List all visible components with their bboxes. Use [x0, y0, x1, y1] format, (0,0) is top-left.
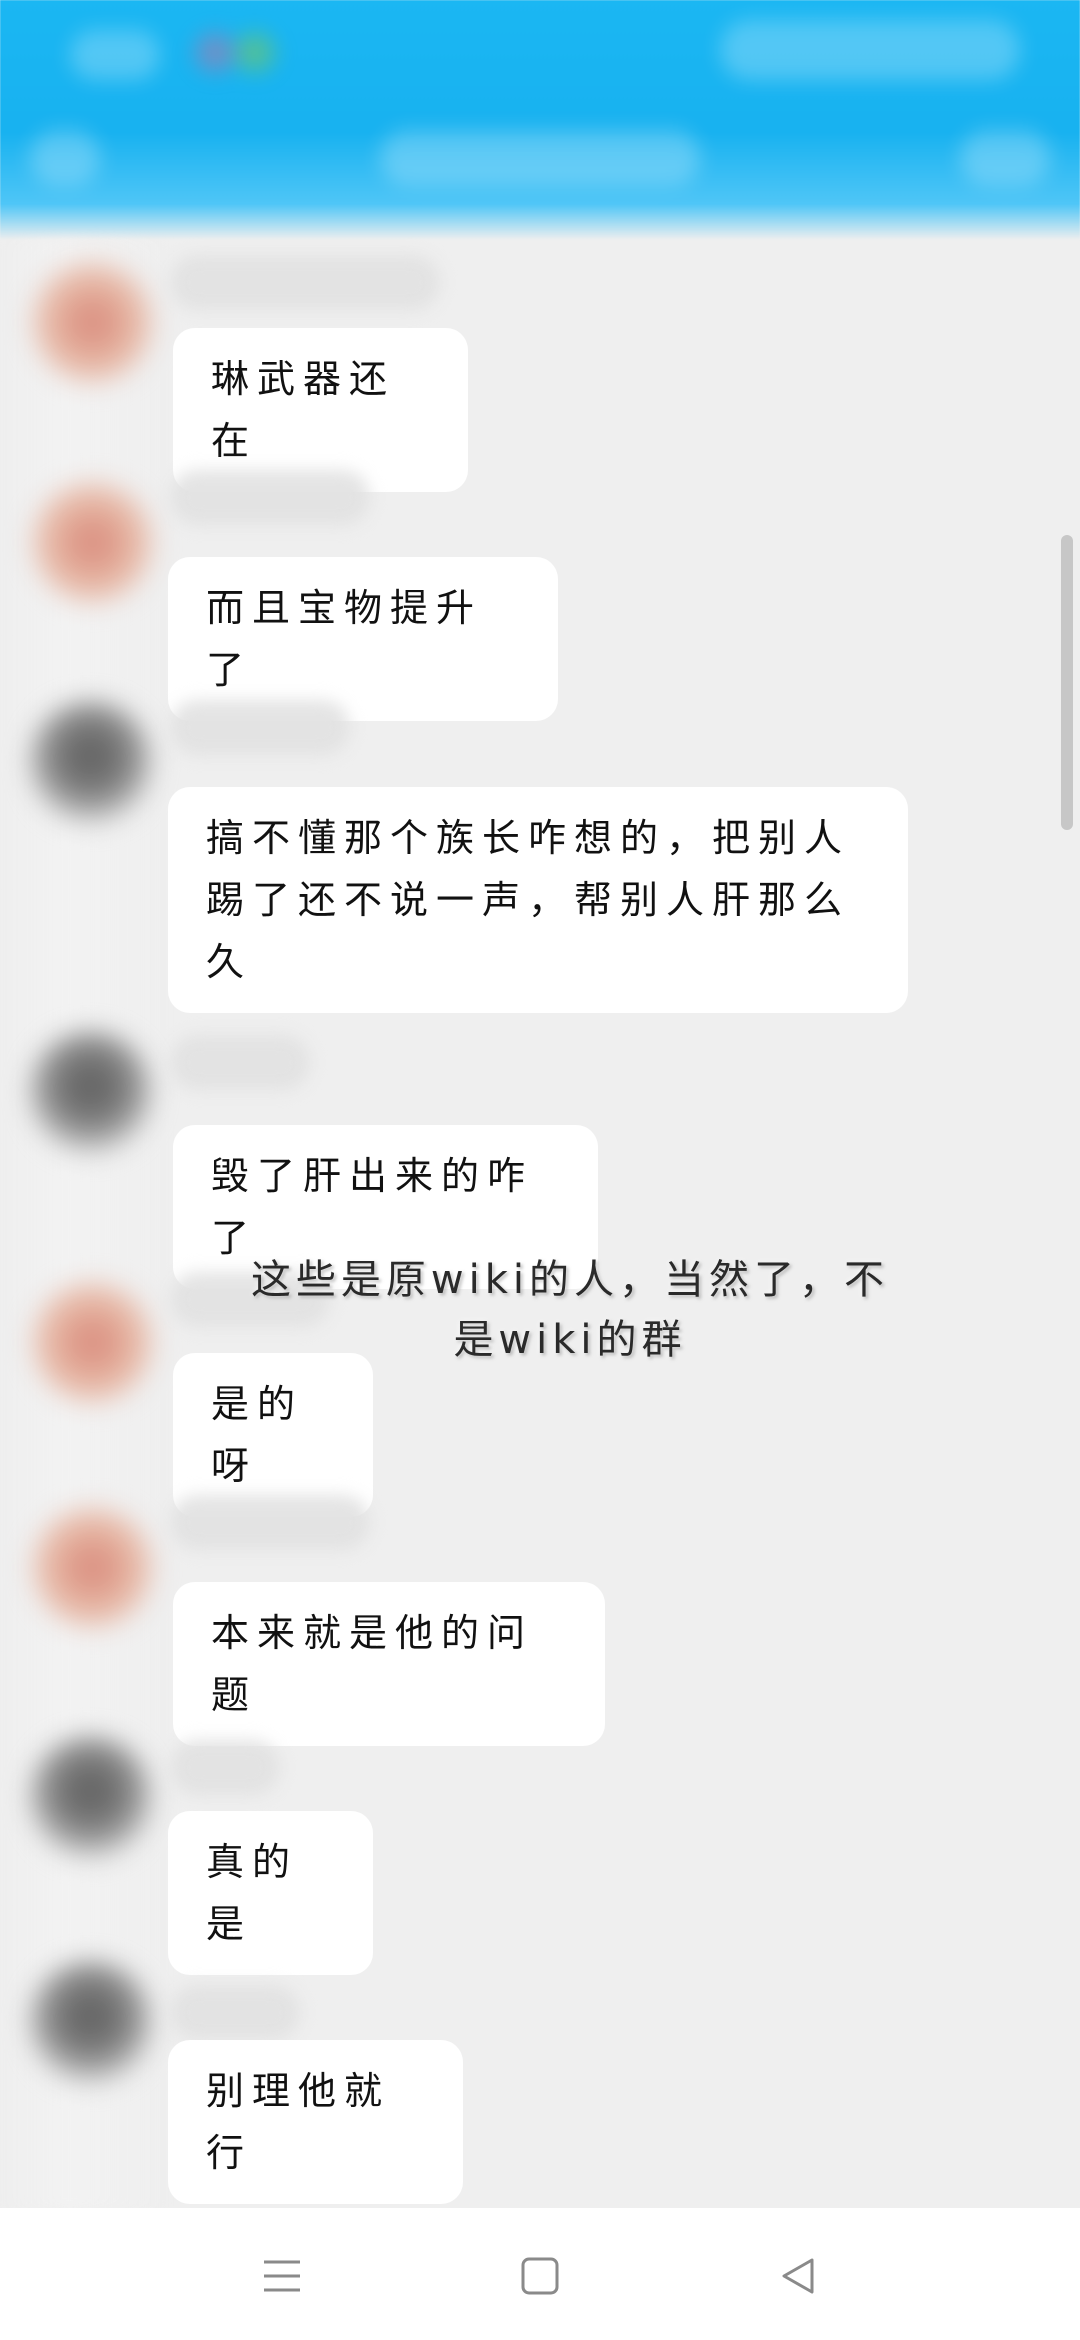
blurred-group-avatars: [185, 25, 285, 80]
message-bubble[interactable]: 别理他就行: [168, 2040, 463, 2204]
sender-name-blurred: [170, 255, 440, 310]
message-bubble[interactable]: 而且宝物提升了: [168, 557, 558, 721]
system-navigation-bar: [0, 2208, 1080, 2340]
blurred-header-actions: [720, 20, 1020, 80]
sender-name-blurred: [170, 1495, 370, 1550]
message-bubble[interactable]: 搞不懂那个族长咋想的，把别人 踢了还不说一声，帮别人肝那么 久: [168, 787, 908, 1013]
sender-name-blurred: [170, 470, 370, 525]
blurred-header: [0, 0, 1080, 240]
sender-name-blurred: [170, 1740, 280, 1795]
back-triangle-icon: [778, 2256, 818, 2296]
blurred-back-area: [70, 30, 160, 80]
back-button[interactable]: [758, 2236, 838, 2316]
avatar[interactable]: [28, 700, 153, 825]
blurred-title: [380, 130, 700, 185]
message-bubble[interactable]: 是的呀: [173, 1353, 373, 1517]
overlay-caption: 这些是原wiki的人，当然了，不 是wiki的群: [250, 1257, 890, 1363]
avatar[interactable]: [28, 1960, 153, 2085]
message-bubble[interactable]: 琳武器还在: [173, 328, 468, 492]
message-bubble[interactable]: 真的是: [168, 1811, 373, 1975]
sender-name-blurred: [170, 700, 350, 755]
home-square-icon: [520, 2256, 560, 2296]
sender-name-blurred: [170, 1035, 310, 1090]
avatar[interactable]: [30, 1280, 155, 1405]
menu-icon: [262, 2258, 302, 2294]
avatar[interactable]: [28, 1030, 153, 1155]
home-button[interactable]: [500, 2236, 580, 2316]
scrollbar[interactable]: [1061, 535, 1073, 830]
blurred-right-icon: [960, 130, 1050, 185]
menu-button[interactable]: [242, 2236, 322, 2316]
avatar[interactable]: [28, 1735, 153, 1860]
blurred-left-icon: [30, 130, 100, 185]
sender-name-blurred: [170, 1985, 300, 2040]
avatar[interactable]: [30, 1505, 155, 1630]
message-bubble[interactable]: 本来就是他的问题: [173, 1582, 605, 1746]
avatar[interactable]: [30, 260, 155, 385]
avatar[interactable]: [30, 480, 155, 605]
